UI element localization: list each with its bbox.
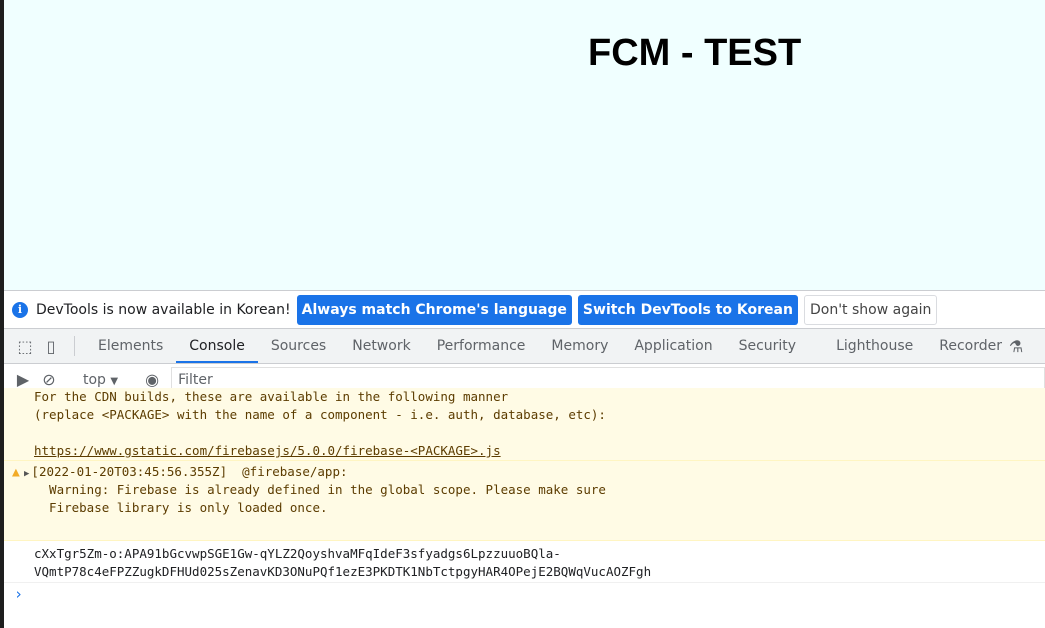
message-line: cXxTgr5Zm-o:APA91bGcvwpSGE1Gw-qYLZ2Qoysh…	[34, 546, 561, 561]
inspect-element-icon[interactable]: ⬚	[12, 329, 38, 363]
divider	[74, 336, 75, 356]
devtools-tabs: ⬚ ▯ Elements Console Sources Network Perform…	[4, 329, 1045, 364]
sidebar-toggle-icon[interactable]: ▶	[10, 370, 36, 389]
context-selector[interactable]: top ▼	[83, 372, 118, 388]
page-title: FCM - TEST	[588, 32, 802, 74]
tab-performance[interactable]: Performance	[424, 329, 539, 363]
tab-lighthouse[interactable]: Lighthouse	[823, 329, 926, 363]
switch-to-korean-button[interactable]: Switch DevTools to Korean	[577, 294, 798, 325]
console-warning: For the CDN builds, these are available …	[4, 388, 1045, 461]
context-value: top	[83, 371, 106, 388]
message-line: VQmtP78c4eFPZZugkDFHUd025sZenavKD3ONuPQf…	[34, 564, 652, 579]
eye-icon[interactable]: ◉	[139, 370, 165, 389]
console-prompt[interactable]: ›	[4, 583, 1045, 605]
console-warning: ▲ ▶ [2022-01-20T03:45:56.355Z] @firebase/…	[4, 461, 1045, 541]
web-page: FCM - TEST	[4, 0, 1045, 290]
tab-application[interactable]: Application	[621, 329, 725, 363]
tab-memory[interactable]: Memory	[538, 329, 621, 363]
message-line	[34, 424, 1045, 442]
dont-show-again-button[interactable]: Don't show again	[803, 294, 938, 325]
device-toolbar-icon[interactable]: ▯	[38, 329, 64, 363]
infobar-message: DevTools is now available in Korean!	[36, 301, 291, 318]
firebase-cdn-link[interactable]: https://www.gstatic.com/firebasejs/5.0.0…	[34, 443, 501, 458]
expand-triangle-icon[interactable]: ▶	[24, 469, 29, 479]
console-log: cXxTgr5Zm-o:APA91bGcvwpSGE1Gw-qYLZ2Qoysh…	[4, 541, 1045, 583]
dropdown-icon: ▼	[110, 375, 119, 387]
clear-console-icon[interactable]: ⊘	[36, 370, 62, 389]
tab-security[interactable]: Security	[726, 329, 810, 363]
tab-sources[interactable]: Sources	[258, 329, 339, 363]
prompt-chevron-icon: ›	[14, 585, 24, 603]
message-line: For the CDN builds, these are available …	[34, 389, 509, 404]
warning-header: [2022-01-20T03:45:56.355Z] @firebase/app…	[31, 464, 348, 479]
filter-placeholder: Filter	[178, 371, 213, 388]
tab-network[interactable]: Network	[339, 329, 423, 363]
tab-recorder[interactable]: Recorder	[926, 329, 1015, 363]
language-infobar: i DevTools is now available in Korean! A…	[4, 290, 1045, 329]
message-line: (replace <PACKAGE> with the name of a co…	[34, 407, 606, 422]
message-line: Firebase library is only loaded once.	[34, 500, 328, 515]
console-messages: For the CDN builds, these are available …	[4, 388, 1045, 605]
info-icon: i	[12, 301, 28, 318]
tab-console[interactable]: Console	[176, 329, 258, 363]
devtools-panel: i DevTools is now available in Korean! A…	[4, 290, 1045, 628]
message-line: Warning: Firebase is already defined in …	[34, 482, 606, 497]
warning-icon: ▲	[12, 465, 20, 480]
always-match-language-button[interactable]: Always match Chrome's language	[296, 294, 572, 325]
tab-elements[interactable]: Elements	[85, 329, 176, 363]
